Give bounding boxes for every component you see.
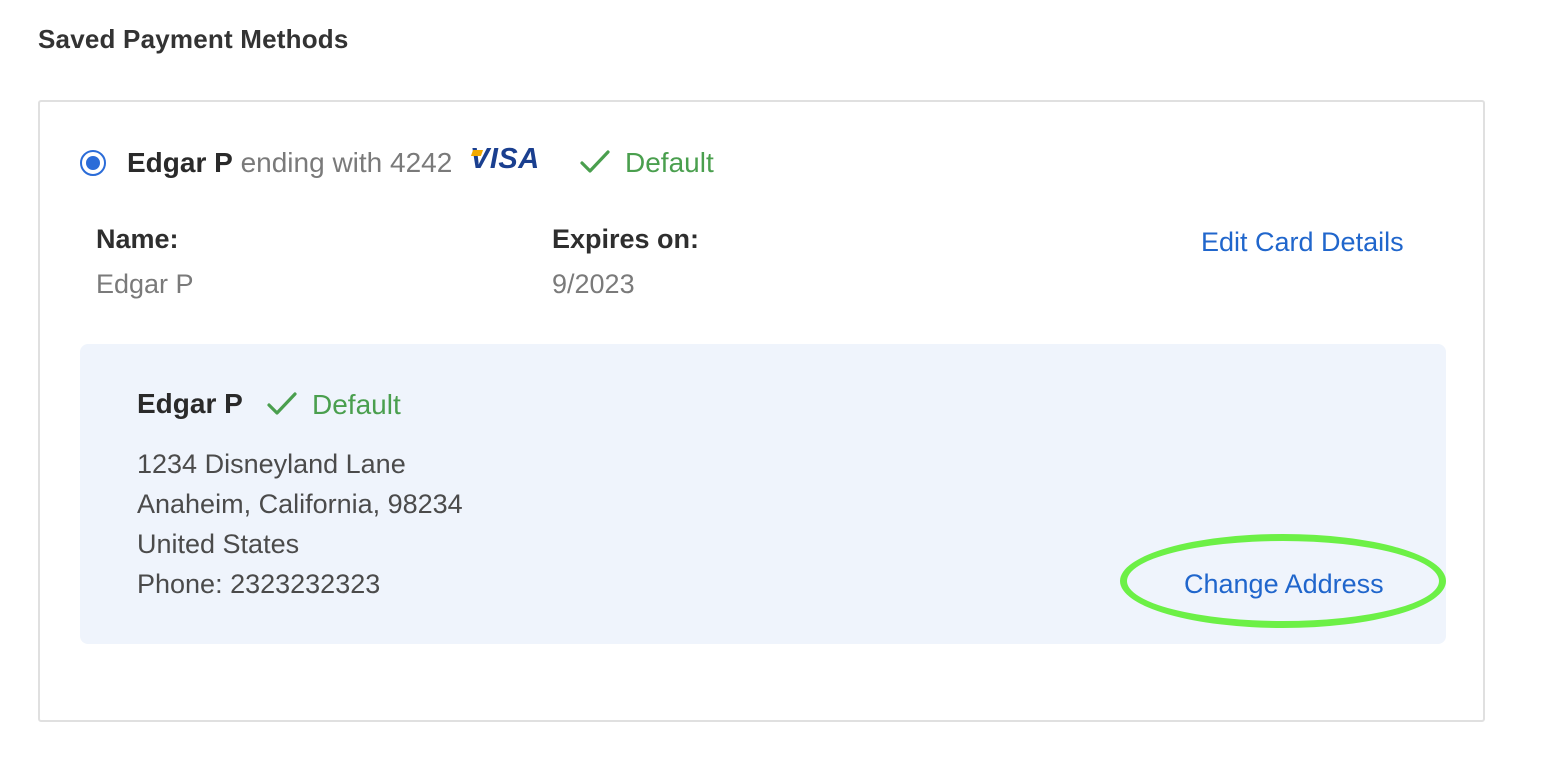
change-address-link[interactable]: Change Address <box>1184 569 1384 600</box>
expires-label: Expires on: <box>552 224 700 254</box>
check-icon <box>579 148 611 181</box>
expires-value: 9/2023 <box>552 269 635 299</box>
address-country: United States <box>137 529 300 559</box>
name-value: Edgar P <box>96 269 194 299</box>
card-select-radio[interactable] <box>80 150 106 176</box>
card-title: Edgar P ending with 4242 <box>127 146 452 180</box>
page-heading: Saved Payment Methods <box>38 24 349 54</box>
card-default-label: Default <box>625 147 714 178</box>
name-label: Name: <box>96 224 179 254</box>
check-icon <box>266 390 298 423</box>
card-ending-text: ending with 4242 <box>240 147 453 178</box>
address-name: Edgar P <box>137 388 243 419</box>
address-street: 1234 Disneyland Lane <box>137 449 406 479</box>
edit-card-details-link[interactable]: Edit Card Details <box>1201 227 1404 258</box>
address-default-label: Default <box>312 389 401 420</box>
card-holder-name: Edgar P <box>127 147 233 178</box>
visa-logo: VISA <box>470 143 540 175</box>
address-phone: Phone: 2323232323 <box>137 569 381 599</box>
address-city-line: Anaheim, California, 98234 <box>137 489 463 519</box>
